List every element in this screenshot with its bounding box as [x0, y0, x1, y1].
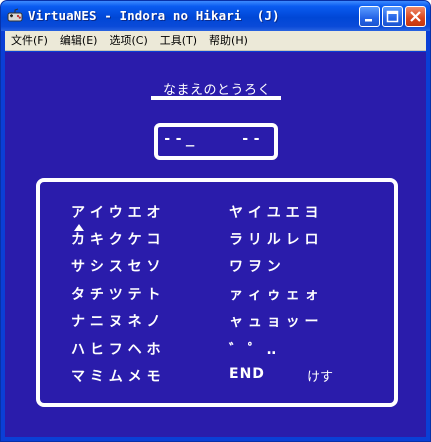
kana-row-left-5[interactable]: ナ ニ ヌ ネ ノ — [71, 311, 161, 331]
selection-cursor-icon — [74, 224, 84, 231]
virtuanes-app-icon[interactable] — [7, 8, 23, 24]
minimize-icon — [365, 19, 372, 22]
kana-row-left-7[interactable]: マ ミ ム メ モ — [71, 366, 161, 386]
window-title: VirtuaNES - Indora no Hikari (J) — [28, 8, 280, 23]
emulator-window: VirtuaNES - Indora no Hikari (J) 文件(F) 编… — [0, 0, 431, 442]
menu-bar: 文件(F) 编辑(E) 选项(C) 工具(T) 帮助(H) — [5, 31, 426, 51]
kana-row-right-2[interactable]: ラ リ ル レ ロ — [229, 229, 319, 249]
menu-options[interactable]: 选项(C) — [103, 31, 153, 51]
kana-row-left-4[interactable]: タ チ ツ テ ト — [71, 284, 161, 304]
menu-help[interactable]: 帮助(H) — [203, 31, 254, 51]
game-screen[interactable]: なまえのとうろく --_ -- ア イ ウ エ オ カ キ ク ケ コ サ シ … — [5, 52, 426, 437]
close-icon — [410, 11, 421, 22]
menu-edit[interactable]: 编辑(E) — [54, 31, 104, 51]
maximize-button[interactable] — [382, 6, 403, 27]
kana-row-right-6[interactable]: ゛ ゜ ‥ — [229, 339, 276, 359]
heading-underline — [151, 96, 281, 100]
menu-file[interactable]: 文件(F) — [5, 31, 54, 51]
end-button[interactable]: END — [229, 366, 265, 382]
kana-row-left-1[interactable]: ア イ ウ エ オ — [71, 202, 161, 222]
menu-tools[interactable]: 工具(T) — [154, 31, 203, 51]
kana-row-left-2[interactable]: カ キ ク ケ コ — [71, 229, 161, 249]
kana-row-right-4[interactable]: ァ ィ ゥ ェ ォ — [229, 284, 319, 304]
name-entry-part1: --_ — [163, 131, 198, 147]
kana-row-right-3[interactable]: ワ ヲ ン — [229, 256, 281, 276]
close-button[interactable] — [405, 6, 426, 27]
minimize-button[interactable] — [359, 6, 380, 27]
maximize-icon — [386, 10, 399, 23]
delete-button[interactable]: けす — [307, 366, 333, 385]
title-bar[interactable]: VirtuaNES - Indora no Hikari (J) — [1, 1, 430, 31]
kana-row-left-3[interactable]: サ シ ス セ ソ — [71, 256, 161, 276]
kana-row-right-5[interactable]: ャ ュ ョ ッ ー — [229, 311, 319, 331]
kana-row-right-1[interactable]: ヤ イ ユ エ ヨ — [229, 202, 319, 222]
kana-row-left-6[interactable]: ハ ヒ フ ヘ ホ — [71, 339, 161, 359]
name-entry-part2: -- — [241, 131, 264, 147]
